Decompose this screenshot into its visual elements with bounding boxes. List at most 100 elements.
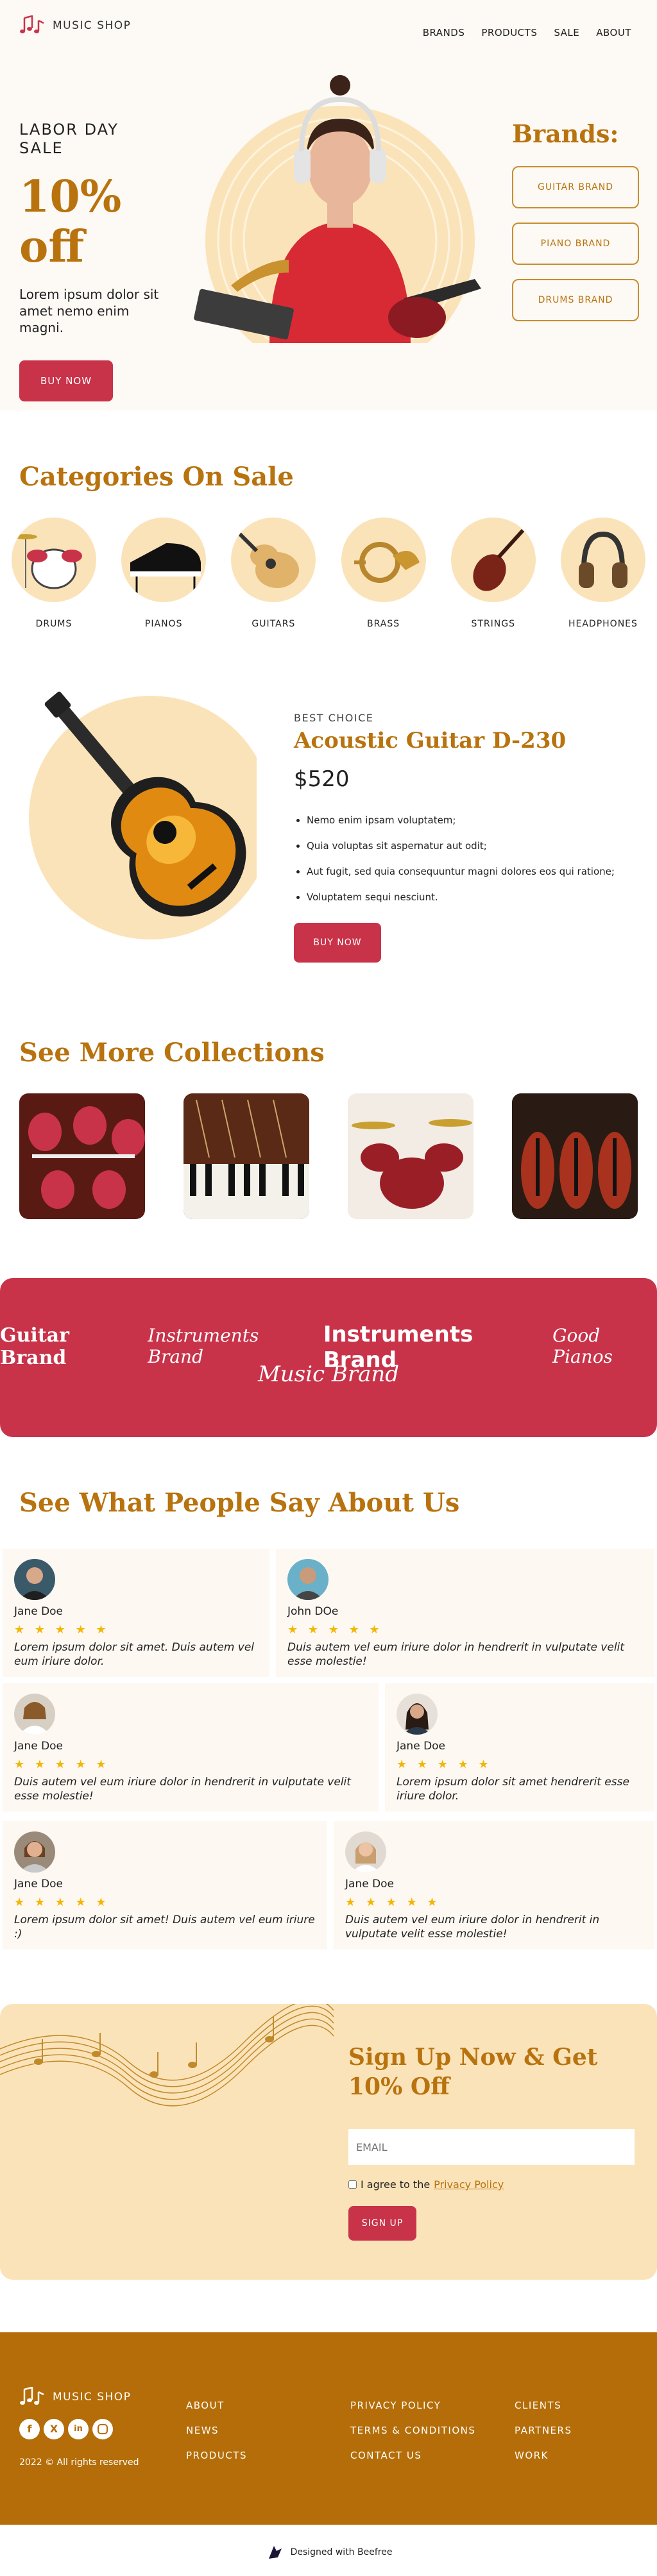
footer-link-news[interactable]: NEWS bbox=[186, 2418, 247, 2443]
feature-item: Voluptatem sequi nesciunt. bbox=[307, 884, 627, 910]
nav-sale[interactable]: SALE bbox=[554, 27, 579, 38]
footer-link-work[interactable]: WORK bbox=[515, 2443, 572, 2468]
hero-section: MUSIC SHOP BRANDS PRODUCTS SALE ABOUT LA… bbox=[0, 0, 657, 410]
music-notes-icon bbox=[20, 15, 44, 33]
drums-brand-button[interactable]: DRUMS BRAND bbox=[512, 279, 639, 321]
footer-link-privacy[interactable]: PRIVACY POLICY bbox=[350, 2393, 475, 2418]
product-name: Acoustic Guitar D-230 bbox=[294, 728, 567, 753]
footer-col-3: CLIENTS PARTNERS WORK bbox=[515, 2393, 572, 2468]
headphones-image bbox=[560, 518, 645, 602]
rating-stars: ★ ★ ★ ★ ★ bbox=[14, 1896, 110, 1909]
email-field[interactable] bbox=[348, 2129, 635, 2165]
beefree-badge[interactable]: Designed with Beefree bbox=[0, 2536, 657, 2568]
footer-link-clients[interactable]: CLIENTS bbox=[515, 2393, 572, 2418]
category-label: STRINGS bbox=[471, 619, 515, 629]
avatar bbox=[397, 1694, 438, 1735]
review-text: Lorem ipsum dolor sit amet hendrerit ess… bbox=[397, 1776, 629, 1803]
collection-drums[interactable] bbox=[348, 1093, 474, 1219]
footer-logo-text: MUSIC SHOP bbox=[53, 2391, 132, 2403]
reviewer-name: Jane Doe bbox=[14, 1605, 64, 1618]
review-text: Duis autem vel eum iriure dolor in hendr… bbox=[287, 1641, 624, 1668]
category-drums[interactable]: DRUMS bbox=[12, 518, 96, 629]
footer-link-about[interactable]: ABOUT bbox=[186, 2393, 247, 2418]
reviewer-name: John DOe bbox=[287, 1605, 339, 1618]
avatar bbox=[14, 1559, 55, 1600]
footer-logo[interactable]: MUSIC SHOP bbox=[19, 2387, 131, 2407]
privacy-policy-link[interactable]: Privacy Policy bbox=[434, 2178, 504, 2191]
categories-list: DRUMS PIANOS GUITARS BRASS STRINGS HEADP… bbox=[12, 518, 645, 629]
collection-guitars[interactable] bbox=[19, 1093, 145, 1219]
category-guitars[interactable]: GUITARS bbox=[231, 518, 316, 629]
product-buy-button[interactable]: BUY NOW bbox=[294, 923, 381, 963]
nav-brands[interactable]: BRANDS bbox=[423, 27, 465, 38]
feature-item: Nemo enim ipsam voluptatem; bbox=[307, 807, 627, 833]
review-text: Duis autem vel eum iriure dolor in hendr… bbox=[14, 1776, 351, 1803]
linkedin-icon[interactable]: in bbox=[68, 2419, 89, 2439]
category-strings[interactable]: STRINGS bbox=[450, 518, 536, 629]
beefree-logo-icon bbox=[268, 2546, 282, 2559]
review-card: Jane Doe ★ ★ ★ ★ ★ Lorem ipsum dolor sit… bbox=[3, 1549, 269, 1677]
signup-title: Sign Up Now & Get 10% Off bbox=[348, 2044, 598, 2100]
review-card: Jane Doe ★ ★ ★ ★ ★ Duis autem vel eum ir… bbox=[334, 1821, 654, 1949]
instagram-icon[interactable] bbox=[92, 2419, 113, 2439]
brass-image bbox=[341, 518, 426, 602]
review-text: Lorem ipsum dolor sit amet. Duis autem v… bbox=[14, 1641, 255, 1668]
category-label: GUITARS bbox=[252, 619, 296, 629]
avatar bbox=[287, 1559, 328, 1600]
guitar-brand-button[interactable]: GUITAR BRAND bbox=[512, 166, 639, 208]
badge-text: Designed with Beefree bbox=[290, 2547, 393, 2557]
copyright: 2022 © All rights reserved bbox=[19, 2457, 139, 2468]
collection-pianos[interactable] bbox=[183, 1093, 309, 1219]
reviewer-name: Jane Doe bbox=[14, 1878, 64, 1890]
category-headphones[interactable]: HEADPHONES bbox=[560, 518, 645, 629]
pianos-image bbox=[121, 518, 207, 602]
reviewer-name: Jane Doe bbox=[397, 1740, 446, 1753]
category-label: PIANOS bbox=[144, 619, 183, 629]
brand-strip: Guitar Brand Instruments Brand Instrumen… bbox=[0, 1278, 657, 1437]
footer-link-products[interactable]: PRODUCTS bbox=[186, 2443, 247, 2468]
rating-stars: ★ ★ ★ ★ ★ bbox=[345, 1896, 441, 1909]
review-card: Jane Doe ★ ★ ★ ★ ★ Lorem ipsum dolor sit… bbox=[3, 1821, 327, 1949]
avatar bbox=[14, 1831, 55, 1873]
signup-button[interactable]: SIGN UP bbox=[348, 2206, 416, 2241]
social-icons: f X in bbox=[19, 2419, 113, 2439]
piano-brand-button[interactable]: PIANO BRAND bbox=[512, 223, 639, 265]
x-icon[interactable]: X bbox=[44, 2419, 64, 2439]
footer: MUSIC SHOP f X in 2022 © All rights rese… bbox=[0, 2332, 657, 2525]
hero-discount-value: 10% bbox=[19, 171, 122, 223]
hero-buy-button[interactable]: BUY NOW bbox=[19, 360, 113, 401]
feature-item: Aut fugit, sed quia consequuntur magni d… bbox=[307, 859, 627, 884]
category-brass[interactable]: BRASS bbox=[341, 518, 426, 629]
avatar bbox=[14, 1694, 55, 1735]
rating-stars: ★ ★ ★ ★ ★ bbox=[14, 1623, 110, 1637]
consent-checkbox[interactable] bbox=[348, 2180, 357, 2189]
hero-line2: SALE bbox=[19, 139, 64, 157]
collection-strings[interactable] bbox=[512, 1093, 638, 1219]
product-details: BEST CHOICE Acoustic Guitar D-230 $520 N… bbox=[294, 712, 627, 963]
footer-link-terms[interactable]: TERMS & CONDITIONS bbox=[350, 2418, 475, 2443]
collections-title: See More Collections bbox=[19, 1038, 325, 1068]
hero-copy: LABOR DAY SALE 10% off Lorem ipsum dolor … bbox=[19, 121, 160, 401]
category-label: BRASS bbox=[367, 619, 400, 629]
rating-stars: ★ ★ ★ ★ ★ bbox=[287, 1623, 383, 1637]
category-label: HEADPHONES bbox=[568, 619, 638, 629]
nav-products[interactable]: PRODUCTS bbox=[481, 27, 537, 38]
brands-title: Brands: bbox=[512, 119, 619, 148]
facebook-icon[interactable]: f bbox=[19, 2419, 40, 2439]
review-card: Jane Doe ★ ★ ★ ★ ★ Duis autem vel eum ir… bbox=[3, 1683, 379, 1812]
review-text: Lorem ipsum dolor sit amet! Duis autem v… bbox=[14, 1914, 315, 1940]
brand-logo: Music Brand bbox=[257, 1361, 400, 1387]
category-pianos[interactable]: PIANOS bbox=[121, 518, 207, 629]
footer-link-contact[interactable]: CONTACT US bbox=[350, 2443, 475, 2468]
footer-link-partners[interactable]: PARTNERS bbox=[515, 2418, 572, 2443]
logo[interactable]: MUSIC SHOP bbox=[19, 15, 131, 36]
review-card: Jane Doe ★ ★ ★ ★ ★ Lorem ipsum dolor sit… bbox=[385, 1683, 654, 1812]
hero-discount: 10% off bbox=[19, 172, 160, 272]
hero-discount-off: off bbox=[19, 221, 85, 273]
hero-line1: LABOR DAY bbox=[19, 121, 119, 139]
rating-stars: ★ ★ ★ ★ ★ bbox=[397, 1758, 492, 1771]
drums-image bbox=[12, 518, 96, 602]
strings-image bbox=[450, 518, 536, 602]
brands-panel: Brands: GUITAR BRAND PIANO BRAND DRUMS B… bbox=[512, 119, 639, 335]
nav-about[interactable]: ABOUT bbox=[596, 27, 631, 38]
